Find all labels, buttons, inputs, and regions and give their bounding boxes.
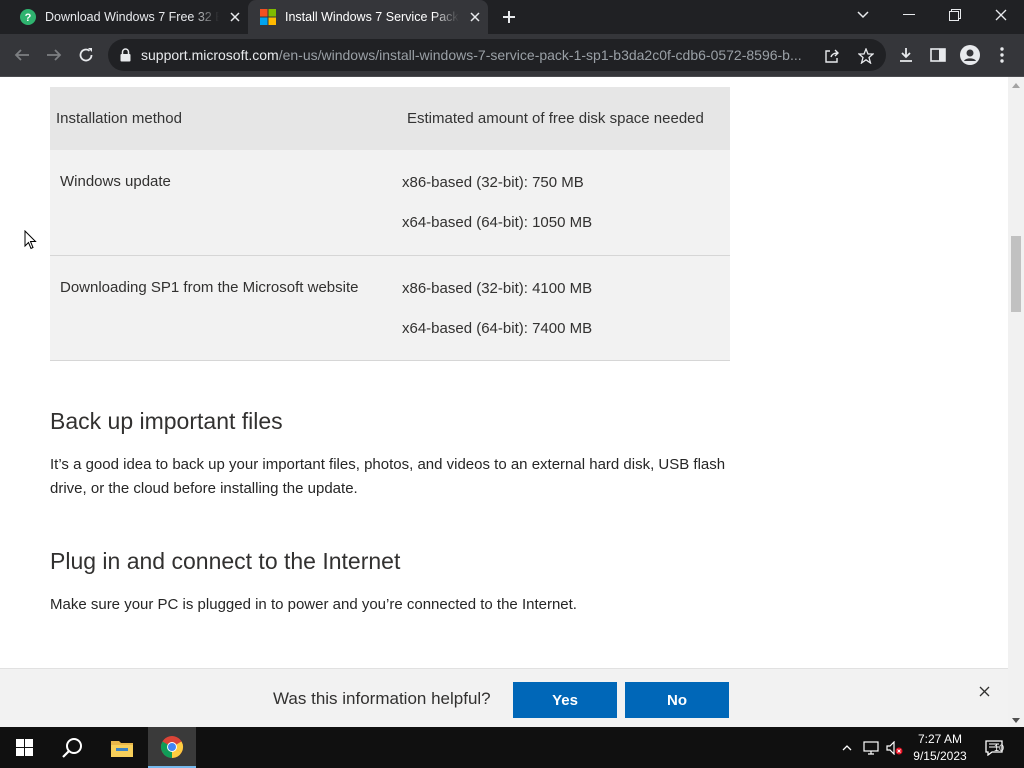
menu-kebab-icon[interactable] bbox=[987, 40, 1017, 70]
tab-install-sp1[interactable]: Install Windows 7 Service Pack 1 bbox=[248, 0, 488, 34]
start-button[interactable] bbox=[0, 727, 48, 768]
x86-space: x86-based (32-bit): 4100 MB bbox=[402, 279, 593, 297]
disk-space-table: Installation method Estimated amount of … bbox=[50, 87, 730, 361]
table-header: Estimated amount of free disk space need… bbox=[390, 87, 730, 150]
windows-taskbar: 7:27 AM 9/15/2023 10 bbox=[0, 727, 1024, 768]
search-icon[interactable] bbox=[48, 727, 96, 768]
close-feedback-icon[interactable] bbox=[975, 682, 993, 700]
tab-title: Download Windows 7 Free 32 Bit bbox=[45, 10, 219, 24]
notification-count-badge: 10 bbox=[994, 743, 1005, 753]
section-heading-backup: Back up important files bbox=[50, 408, 283, 434]
reload-button[interactable] bbox=[71, 40, 101, 70]
system-clock[interactable]: 7:27 AM 9/15/2023 bbox=[905, 731, 975, 765]
mouse-cursor-icon bbox=[24, 230, 37, 250]
download-icon[interactable] bbox=[891, 40, 921, 70]
url-path: /en-us/windows/install-windows-7-service… bbox=[278, 47, 802, 63]
question-favicon-icon: ? bbox=[20, 9, 36, 25]
network-icon[interactable] bbox=[860, 727, 882, 768]
no-button[interactable]: No bbox=[625, 682, 729, 718]
table-row: Downloading SP1 from the Microsoft websi… bbox=[50, 255, 730, 361]
scroll-up-arrow-icon[interactable] bbox=[1012, 83, 1020, 88]
tab-search-button[interactable] bbox=[840, 0, 886, 30]
svg-text:?: ? bbox=[25, 12, 32, 24]
url-host: support.microsoft.com bbox=[141, 47, 279, 63]
page-scrollbar[interactable] bbox=[1008, 77, 1024, 727]
show-hidden-icons-chevron-icon[interactable] bbox=[838, 727, 856, 768]
scrollbar-thumb[interactable] bbox=[1011, 236, 1021, 312]
forward-button[interactable] bbox=[39, 40, 69, 70]
chrome-taskbar-icon[interactable] bbox=[148, 727, 196, 768]
microsoft-favicon-icon bbox=[260, 9, 276, 25]
url-text: support.microsoft.com/en-us/windows/inst… bbox=[141, 47, 821, 63]
back-button[interactable] bbox=[7, 40, 37, 70]
windows-logo-icon bbox=[15, 739, 33, 756]
yes-button[interactable]: Yes bbox=[513, 682, 617, 718]
table-header: Installation method bbox=[50, 87, 390, 150]
page-content: Installation method Estimated amount of … bbox=[0, 77, 1024, 727]
address-bar[interactable]: support.microsoft.com/en-us/windows/inst… bbox=[108, 39, 886, 71]
x64-space: x64-based (64-bit): 1050 MB bbox=[402, 214, 593, 231]
section-heading-internet: Plug in and connect to the Internet bbox=[50, 548, 401, 574]
profile-avatar-icon[interactable] bbox=[955, 40, 985, 70]
x86-space: x86-based (32-bit): 750 MB bbox=[402, 174, 584, 191]
table-row: Windows update x86-based (32-bit): 750 M… bbox=[50, 150, 730, 256]
scroll-down-arrow-icon[interactable] bbox=[1012, 718, 1020, 723]
tab-download-windows7[interactable]: ? Download Windows 7 Free 32 Bit bbox=[8, 0, 248, 34]
close-tab-icon[interactable] bbox=[225, 7, 245, 27]
method-cell: Windows update bbox=[50, 150, 390, 256]
feedback-question: Was this information helpful? bbox=[273, 689, 491, 708]
side-panel-icon[interactable] bbox=[923, 40, 953, 70]
bookmark-star-icon[interactable] bbox=[855, 45, 877, 67]
restore-button[interactable] bbox=[932, 0, 978, 30]
method-cell: Downloading SP1 from the Microsoft websi… bbox=[50, 255, 390, 361]
new-tab-button[interactable] bbox=[496, 5, 522, 29]
tab-strip: ? Download Windows 7 Free 32 Bit Install… bbox=[0, 0, 1024, 34]
minimize-button[interactable] bbox=[886, 0, 932, 30]
section-text-internet: Make sure your PC is plugged in to power… bbox=[50, 596, 577, 613]
file-explorer-icon[interactable] bbox=[98, 727, 146, 768]
space-cell: x86-based (32-bit): 750 MB x64-based (64… bbox=[390, 150, 730, 256]
section-text-backup: It’s a good idea to back up your importa… bbox=[50, 456, 726, 497]
table-header-row: Installation method Estimated amount of … bbox=[50, 87, 730, 150]
volume-muted-icon[interactable] bbox=[884, 727, 906, 768]
close-tab-icon[interactable] bbox=[465, 7, 485, 27]
close-window-button[interactable] bbox=[978, 0, 1024, 30]
feedback-bar: Was this information helpful? Yes No bbox=[0, 668, 1008, 727]
clock-date: 9/15/2023 bbox=[913, 749, 967, 763]
tab-title: Install Windows 7 Service Pack 1 bbox=[285, 10, 459, 24]
space-cell: x86-based (32-bit): 4100 MB x64-based (6… bbox=[390, 255, 730, 361]
x64-space: x64-based (64-bit): 7400 MB bbox=[402, 319, 593, 337]
share-icon[interactable] bbox=[821, 45, 843, 67]
lock-icon bbox=[120, 48, 131, 62]
browser-toolbar: support.microsoft.com/en-us/windows/inst… bbox=[0, 34, 1024, 77]
clock-time: 7:27 AM bbox=[917, 732, 963, 746]
